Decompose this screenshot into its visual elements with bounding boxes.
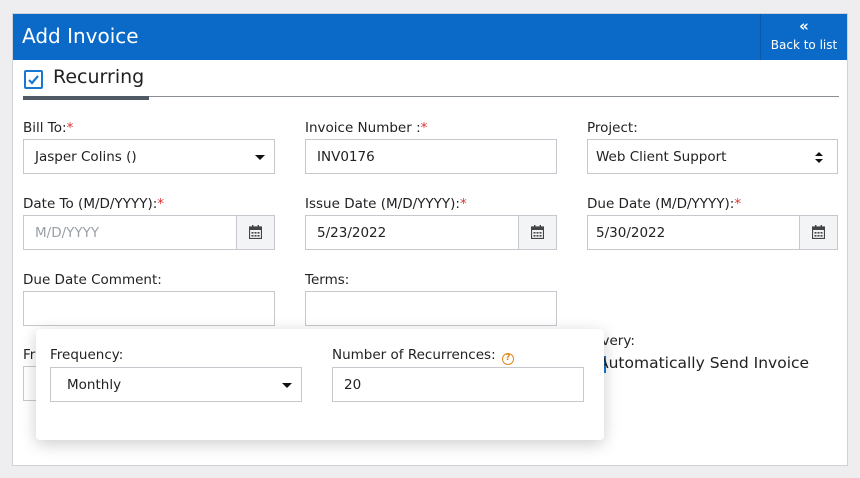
bill-to-select[interactable]: Jasper Colins () [23,139,275,174]
invoice-number-label: Invoice Number :* [305,120,427,136]
checkmark-icon [28,75,39,85]
required-marker: * [734,196,742,212]
date-to-label-text: Date To (M/D/YYYY): [23,196,158,212]
issue-date-label-text: Issue Date (M/D/YYYY): [305,196,460,212]
recurrences-value: 20 [344,377,362,393]
recurrences-input[interactable]: 20 [332,367,584,402]
date-to-label: Date To (M/D/YYYY):* [23,196,164,212]
due-date-comment-input[interactable] [23,291,275,326]
invoice-number-label-text: Invoice Number : [305,120,421,136]
required-marker: * [420,120,428,136]
recurrences-label-text: Number of Recurrences: [332,347,496,363]
calendar-icon [531,225,544,239]
frequency-select[interactable]: Monthly [50,367,302,402]
date-to-input[interactable]: M/D/YYYY [23,215,275,250]
caret-down-icon [282,383,292,388]
required-marker: * [459,196,467,212]
calendar-button[interactable] [799,216,837,249]
sort-arrows-icon [815,149,825,165]
calendar-icon [812,225,825,239]
back-to-list-label: Back to list [770,38,838,52]
issue-date-label: Issue Date (M/D/YYYY):* [305,196,467,212]
issue-date-value: 5/23/2022 [317,225,387,241]
terms-input[interactable] [305,291,557,326]
calendar-button[interactable] [518,216,556,249]
chevrons-left-icon: « [799,17,809,35]
due-date-value: 5/30/2022 [596,225,666,241]
auto-send-label[interactable]: Automatically Send Invoice [598,354,809,372]
issue-date-input[interactable]: 5/23/2022 [305,215,557,250]
bill-to-label-text: Bill To: [23,120,67,136]
calendar-icon [249,225,262,239]
frequency-value: Monthly [67,377,122,393]
terms-label: Terms: [305,272,350,288]
required-marker: * [157,196,165,212]
recurring-checkbox[interactable] [24,70,43,89]
due-date-label: Due Date (M/D/YYYY):* [587,196,741,212]
recurring-tab-underline [23,96,149,100]
due-date-label-text: Due Date (M/D/YYYY): [587,196,735,212]
recurring-label[interactable]: Recurring [53,66,144,88]
header-bar: Add Invoice « Back to list [13,14,847,60]
invoice-number-input[interactable]: INV0176 [305,139,557,174]
caret-down-icon [255,155,265,160]
back-to-list-button[interactable]: « Back to list [760,14,847,60]
help-icon[interactable]: ? [501,353,514,365]
project-label: Project: [587,120,638,136]
calendar-button[interactable] [236,216,274,249]
bill-to-label: Bill To:* [23,120,73,136]
invoice-number-value: INV0176 [317,149,375,165]
due-date-input[interactable]: 5/30/2022 [587,215,838,250]
page-title: Add Invoice [22,24,139,48]
required-marker: * [66,120,74,136]
recurrence-settings-popup: Frequency: Monthly Number of Recurrences… [36,329,604,440]
background-field-label: Fr [23,347,36,363]
project-value: Web Client Support [596,149,727,165]
due-date-comment-label: Due Date Comment: [23,272,162,288]
bill-to-value: Jasper Colins () [35,149,137,165]
recurrences-label: Number of Recurrences: ? [332,347,514,365]
frequency-label: Frequency: [50,347,124,363]
date-to-placeholder: M/D/YYYY [35,225,100,241]
project-select[interactable]: Web Client Support [587,139,838,174]
